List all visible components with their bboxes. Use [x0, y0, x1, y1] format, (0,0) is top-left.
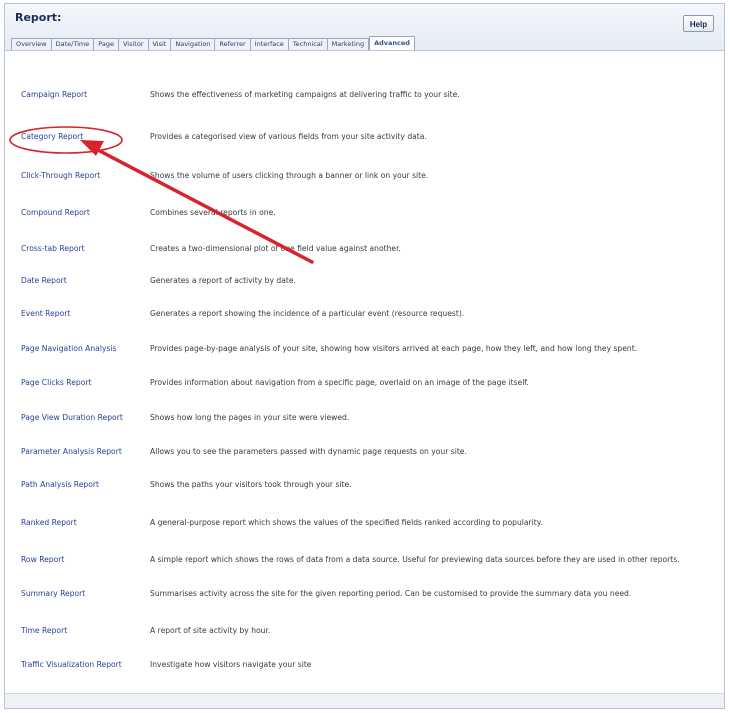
report-link[interactable]: Compound Report	[21, 205, 90, 221]
report-row: Cross-tab Report Creates a two-dimensiona…	[5, 241, 724, 257]
report-link[interactable]: Click-Through Report	[21, 168, 100, 184]
report-link[interactable]: Category Report	[21, 129, 83, 145]
tab-visit[interactable]: Visit	[148, 38, 172, 50]
report-description: Provides a categorised view of various f…	[150, 132, 427, 141]
tab-date-time[interactable]: Date/Time	[51, 38, 95, 50]
report-description: Shows the volume of users clicking throu…	[150, 171, 429, 180]
report-header: Report: Help Overview Date/Time Page Visito…	[5, 4, 724, 51]
report-row: Campaign Report Shows the effectiveness o…	[5, 87, 724, 103]
report-row: Ranked Report A general-purpose report wh…	[5, 515, 724, 531]
report-link[interactable]: Page View Duration Report	[21, 410, 123, 426]
report-row: Category Report Provides a categorised vi…	[5, 129, 724, 145]
report-description: Summarises activity across the site for …	[150, 589, 632, 598]
report-description: Generates a report of activity by date.	[150, 276, 296, 285]
report-row: Page Clicks Report Provides information a…	[5, 375, 724, 391]
report-row: Parameter Analysis Report Allows you to s…	[5, 444, 724, 460]
report-link[interactable]: Ranked Report	[21, 515, 77, 531]
report-description: Shows the effectiveness of marketing cam…	[150, 90, 460, 99]
report-description: A report of site activity by hour.	[150, 626, 271, 635]
report-row: Compound Report Combines several reports …	[5, 205, 724, 221]
tab-technical[interactable]: Technical	[288, 38, 328, 50]
report-link[interactable]: Page Clicks Report	[21, 375, 91, 391]
report-description: Allows you to see the parameters passed …	[150, 447, 467, 456]
report-link[interactable]: Summary Report	[21, 586, 85, 602]
report-row: Page Navigation Analysis Provides page-by…	[5, 341, 724, 357]
tab-navigation[interactable]: Navigation	[171, 38, 216, 50]
report-link[interactable]: Parameter Analysis Report	[21, 444, 122, 460]
report-description: Shows the paths your visitors took throu…	[150, 480, 352, 489]
report-link[interactable]: Traffic Visualization Report	[21, 657, 122, 673]
tab-interface[interactable]: Interface	[250, 38, 289, 50]
report-row: Path Analysis Report Shows the paths your…	[5, 477, 724, 493]
report-row: Event Report Generates a report showing t…	[5, 306, 724, 322]
report-description: Provides page-by-page analysis of your s…	[150, 344, 638, 353]
report-tabs: Overview Date/Time Page Visitor Visit Navigat…	[11, 35, 415, 50]
report-link[interactable]: Campaign Report	[21, 87, 87, 103]
report-link[interactable]: Page Navigation Analysis	[21, 341, 116, 357]
tab-marketing[interactable]: Marketing	[327, 38, 370, 50]
report-link[interactable]: Time Report	[21, 623, 67, 639]
footer-band	[5, 693, 724, 708]
report-description: A simple report which shows the rows of …	[150, 555, 680, 564]
tab-overview[interactable]: Overview	[11, 38, 52, 50]
page-title: Report:	[15, 11, 62, 24]
report-link[interactable]: Row Report	[21, 552, 64, 568]
tab-advanced[interactable]: Advanced	[369, 36, 415, 50]
tab-referrer[interactable]: Referrer	[215, 38, 251, 50]
tab-page[interactable]: Page	[94, 38, 119, 50]
report-row: Row Report A simple report which shows th…	[5, 552, 724, 568]
help-button[interactable]: Help	[683, 15, 714, 32]
tab-visitor[interactable]: Visitor	[119, 38, 149, 50]
report-description: Shows how long the pages in your site we…	[150, 413, 350, 422]
report-description: Investigate how visitors navigate your s…	[150, 660, 312, 669]
report-description: Combines several reports in one.	[150, 208, 276, 217]
report-row: Page View Duration Report Shows how long …	[5, 410, 724, 426]
report-link[interactable]: Cross-tab Report	[21, 241, 85, 257]
report-description: Provides information about navigation fr…	[150, 378, 529, 387]
report-row: Click-Through Report Shows the volume of …	[5, 168, 724, 184]
report-row: Summary Report Summarises activity across…	[5, 586, 724, 602]
report-description: A general-purpose report which shows the…	[150, 518, 543, 527]
report-link[interactable]: Date Report	[21, 273, 67, 289]
report-row: Traffic Visualization Report Investigate …	[5, 657, 724, 673]
report-description: Creates a two-dimensional plot of one fi…	[150, 244, 401, 253]
report-panel: Report: Help Overview Date/Time Page Visito…	[4, 3, 725, 709]
report-link[interactable]: Path Analysis Report	[21, 477, 99, 493]
report-description: Generates a report showing the incidence…	[150, 309, 465, 318]
report-row: Time Report A report of site activity by …	[5, 623, 724, 639]
report-link[interactable]: Event Report	[21, 306, 70, 322]
report-row: Date Report Generates a report of activit…	[5, 273, 724, 289]
